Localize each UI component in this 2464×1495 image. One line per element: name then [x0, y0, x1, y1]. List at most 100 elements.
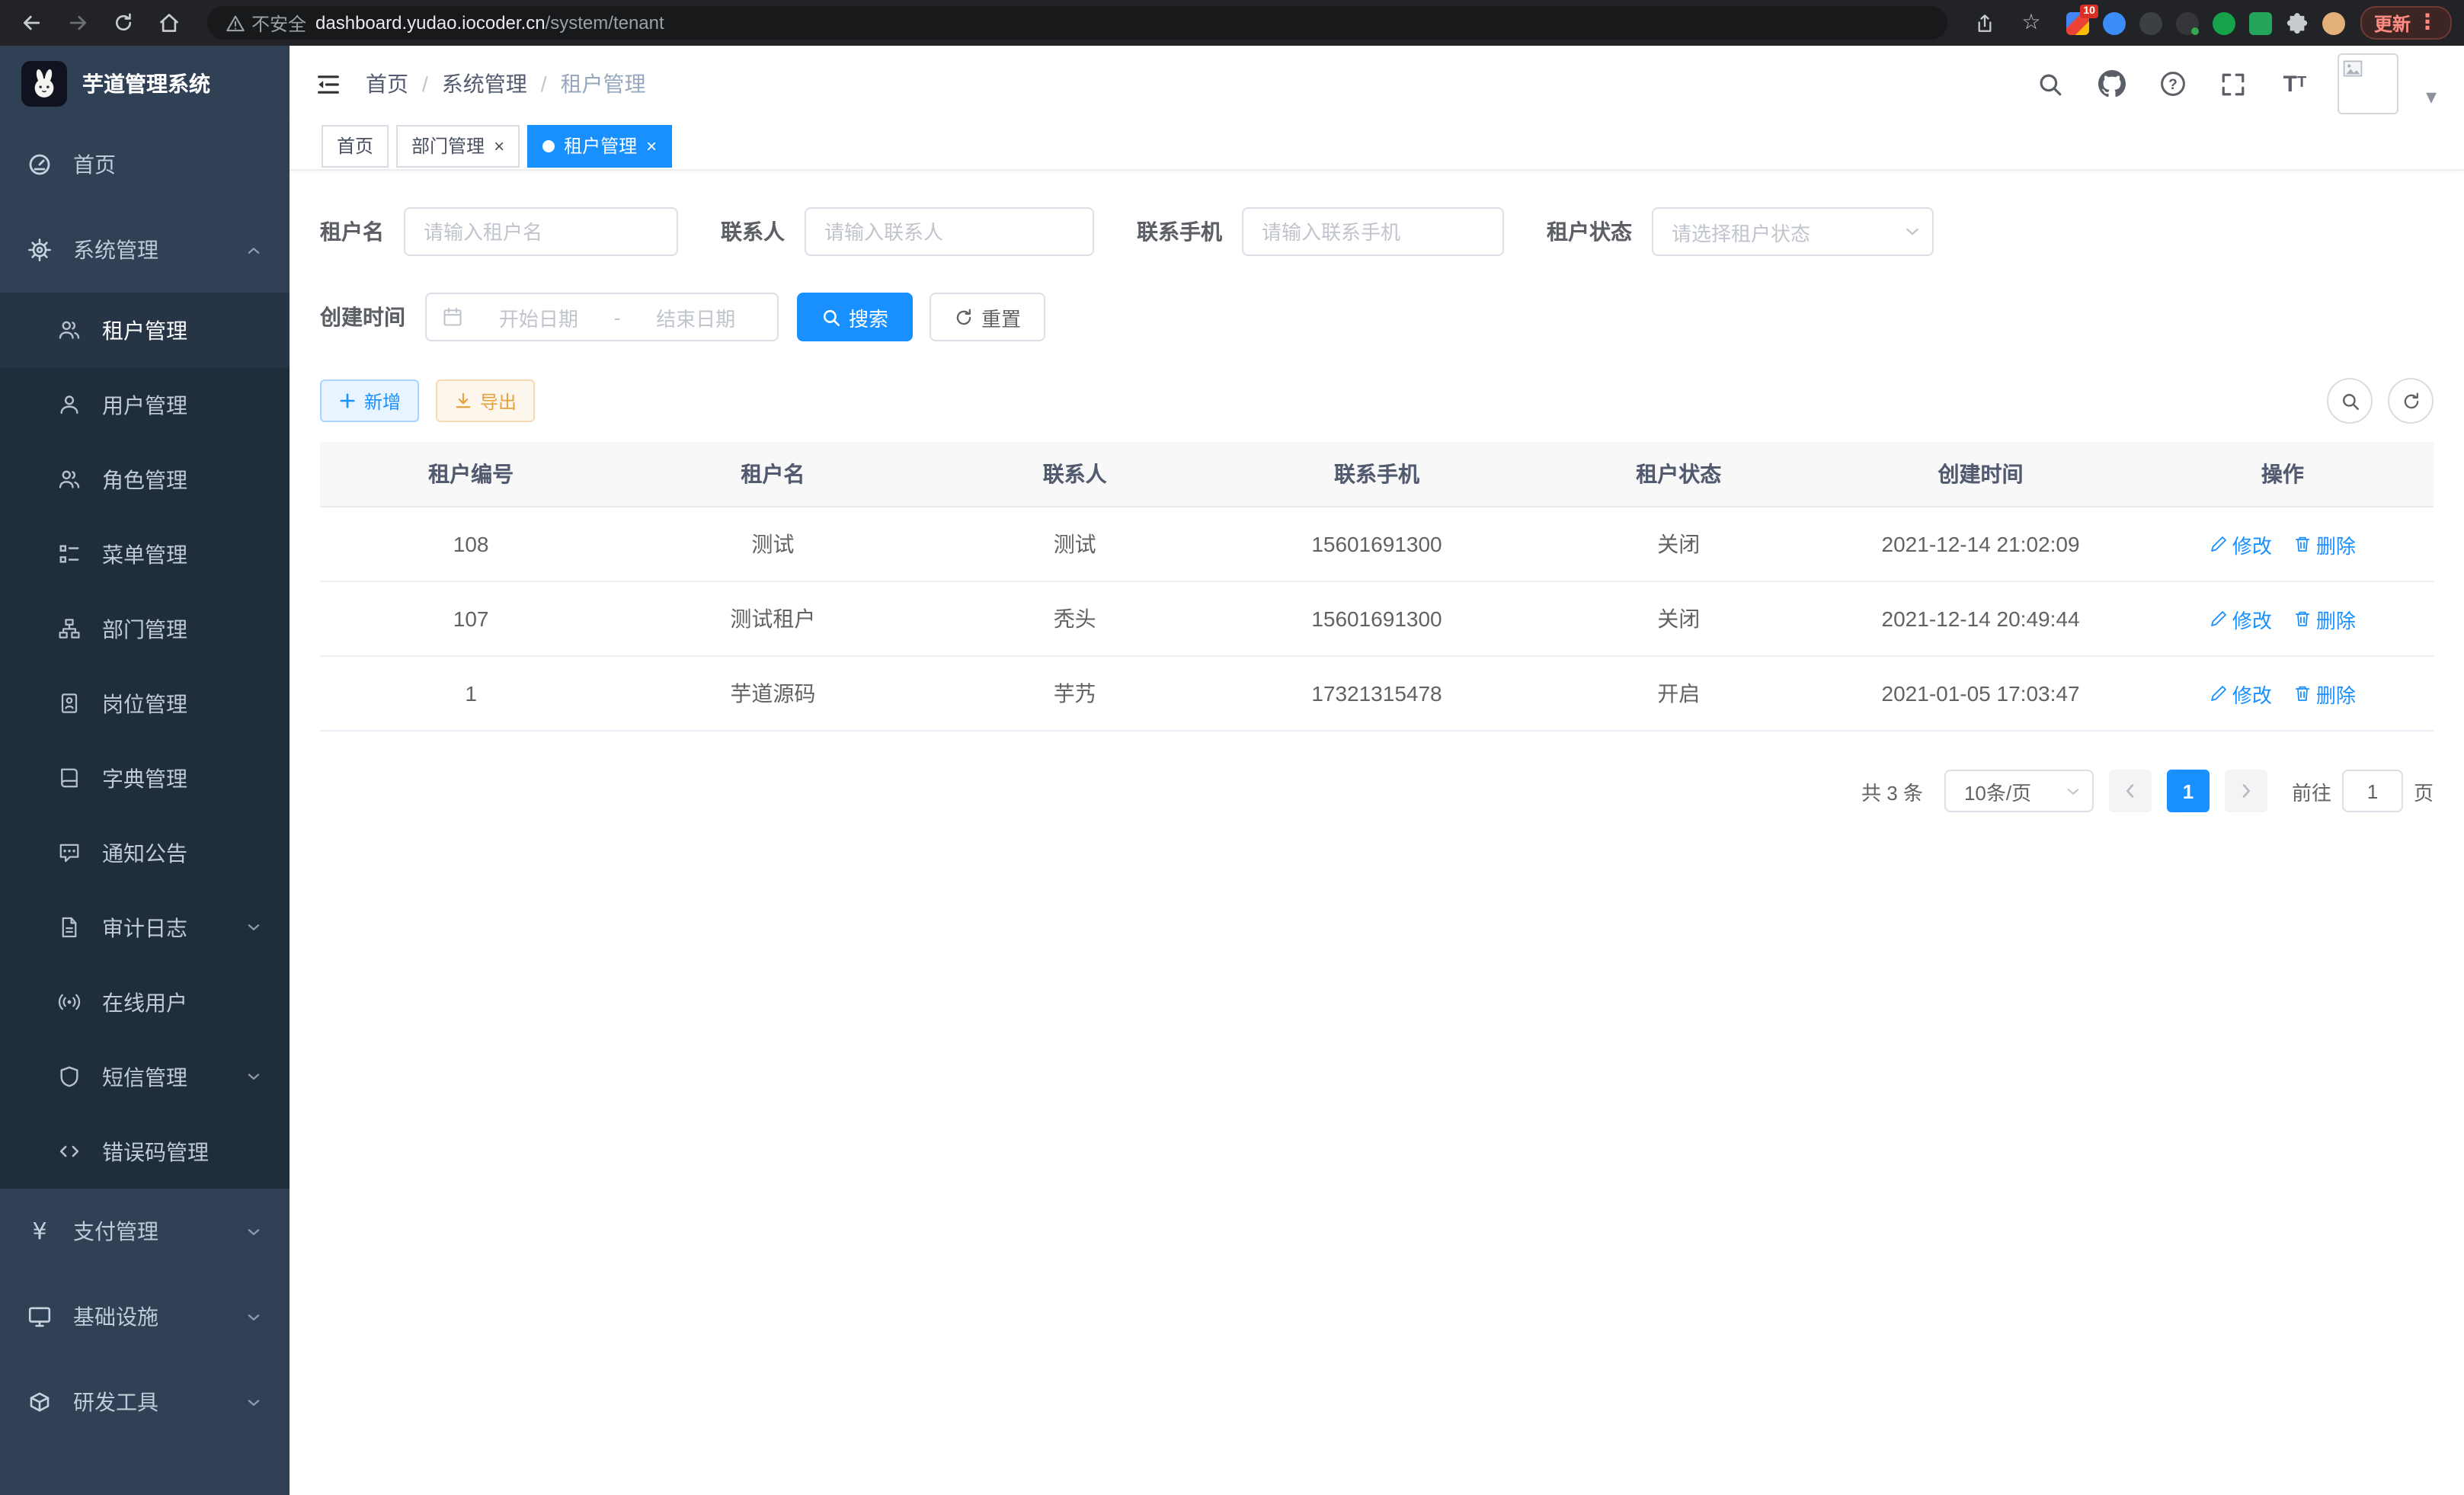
- sidebar-item-devtools[interactable]: 研发工具: [0, 1359, 290, 1445]
- filter-create-time: 创建时间 开始日期 - 结束日期: [320, 293, 779, 341]
- search-icon[interactable]: [2033, 66, 2069, 102]
- browser-forward-button[interactable]: [58, 6, 98, 40]
- github-icon[interactable]: [2094, 66, 2130, 102]
- cell-created: 2021-12-14 21:02:09: [1829, 507, 2131, 581]
- extension-icon-5[interactable]: [2213, 11, 2235, 34]
- filter-row-2: 创建时间 开始日期 - 结束日期 搜索 重置: [320, 293, 2434, 341]
- yen-icon: ¥: [27, 1219, 52, 1244]
- page-size-value: 10条/页: [1964, 776, 2031, 805]
- chevron-down-icon: [1903, 222, 1922, 241]
- close-icon[interactable]: [646, 136, 657, 155]
- cell-tenant-name: 测试租户: [622, 581, 923, 656]
- sidebar-item-notice-management[interactable]: 通知公告: [0, 815, 290, 890]
- sidebar-item-sms-management[interactable]: 短信管理: [0, 1039, 290, 1114]
- edit-link[interactable]: 修改: [2210, 604, 2272, 633]
- sidebar-submenu-system: 租户管理 用户管理 角色管理 菜单管理: [0, 293, 290, 1189]
- reset-button[interactable]: 重置: [930, 293, 1045, 341]
- menu-tree-icon: [58, 543, 81, 565]
- breadcrumb-home[interactable]: 首页: [366, 69, 408, 99]
- chevron-down-icon: [245, 1068, 262, 1085]
- pencil-icon: [2210, 684, 2228, 703]
- export-button[interactable]: 导出: [436, 379, 535, 422]
- sidebar-item-dict-management[interactable]: 字典管理: [0, 741, 290, 815]
- browser-back-button[interactable]: [12, 6, 52, 40]
- cell-tenant-id: 108: [320, 507, 622, 581]
- bookmark-star-icon[interactable]: ☆: [2011, 6, 2051, 40]
- share-icon[interactable]: [1966, 6, 2005, 40]
- sidebar-item-post-management[interactable]: 岗位管理: [0, 666, 290, 741]
- toggle-search-button[interactable]: [2327, 378, 2373, 424]
- calendar-icon: [442, 306, 463, 328]
- table-toolbar: 新增 导出: [320, 378, 2434, 424]
- sidebar-item-menu-management[interactable]: 菜单管理: [0, 517, 290, 591]
- extension-icon-2[interactable]: [2103, 11, 2126, 34]
- filter-phone: 联系手机: [1137, 207, 1504, 256]
- column-created: 创建时间: [1829, 442, 2131, 507]
- chevron-down-icon: [245, 1394, 262, 1410]
- phone-input[interactable]: [1242, 207, 1504, 256]
- sidebar-item-tenant-management[interactable]: 租户管理: [0, 293, 290, 367]
- date-range-picker[interactable]: 开始日期 - 结束日期: [425, 293, 779, 341]
- add-button[interactable]: 新增: [320, 379, 419, 422]
- sidebar-collapse-button[interactable]: [290, 46, 366, 122]
- font-size-icon[interactable]: TT: [2277, 66, 2313, 102]
- plus-icon: [338, 392, 357, 410]
- sidebar-item-user-management[interactable]: 用户管理: [0, 367, 290, 442]
- edit-link[interactable]: 修改: [2210, 530, 2272, 559]
- sidebar-item-label: 用户管理: [102, 389, 187, 420]
- avatar-dropdown-caret-icon[interactable]: ▾: [2426, 87, 2437, 114]
- fullscreen-icon[interactable]: [2216, 66, 2252, 102]
- tab-department-management[interactable]: 部门管理: [396, 124, 520, 167]
- sidebar-item-department-management[interactable]: 部门管理: [0, 591, 290, 666]
- refresh-table-button[interactable]: [2388, 378, 2434, 424]
- extension-icon-1[interactable]: 10: [2066, 11, 2089, 34]
- sidebar-item-online-users[interactable]: 在线用户: [0, 965, 290, 1039]
- tab-home[interactable]: 首页: [322, 124, 389, 167]
- date-end-placeholder: 结束日期: [629, 303, 762, 331]
- sidebar-item-audit-log[interactable]: 审计日志: [0, 890, 290, 965]
- breadcrumb-system[interactable]: 系统管理: [442, 69, 527, 99]
- browser-reload-button[interactable]: [104, 6, 143, 40]
- sidebar-item-label: 部门管理: [102, 613, 187, 644]
- close-icon[interactable]: [494, 136, 504, 155]
- sidebar-item-error-code-management[interactable]: 错误码管理: [0, 1114, 290, 1189]
- address-bar[interactable]: 不安全 dashboard.yudao.iocoder.cn/system/te…: [207, 6, 1947, 40]
- help-icon[interactable]: ?: [2155, 66, 2191, 102]
- cell-tenant-id: 107: [320, 581, 622, 656]
- filter-tenant-name: 租户名: [320, 207, 678, 256]
- security-warning[interactable]: 不安全: [226, 10, 306, 36]
- search-button[interactable]: 搜索: [797, 293, 913, 341]
- tenant-name-input[interactable]: [404, 207, 678, 256]
- sidebar-item-infrastructure[interactable]: 基础设施: [0, 1274, 290, 1359]
- browser-home-button[interactable]: [149, 6, 189, 40]
- edit-link[interactable]: 修改: [2210, 679, 2272, 708]
- extension-icon-4[interactable]: [2176, 11, 2199, 34]
- sidebar-item-home[interactable]: 首页: [0, 122, 290, 207]
- contact-input[interactable]: [805, 207, 1094, 256]
- browser-update-button[interactable]: 更新 ⋮: [2360, 6, 2452, 40]
- user-avatar[interactable]: [2338, 53, 2398, 114]
- search-icon: [2340, 391, 2360, 411]
- extension-icon-6[interactable]: [2249, 11, 2272, 34]
- status-select[interactable]: 请选择租户状态: [1652, 207, 1934, 256]
- page-number-current[interactable]: 1: [2167, 770, 2210, 812]
- screen: 不安全 dashboard.yudao.iocoder.cn/system/te…: [0, 0, 2464, 1495]
- delete-link[interactable]: 删除: [2293, 679, 2356, 708]
- extension-icon-3[interactable]: [2139, 11, 2162, 34]
- extensions-puzzle-icon[interactable]: [2286, 11, 2309, 34]
- sidebar-item-role-management[interactable]: 角色管理: [0, 442, 290, 517]
- search-icon: [821, 307, 841, 327]
- next-page-button[interactable]: [2225, 770, 2267, 812]
- tab-tenant-management[interactable]: 租户管理: [527, 124, 672, 167]
- delete-link[interactable]: 删除: [2293, 604, 2356, 633]
- pagination: 共 3 条 10条/页 1 前往 页: [320, 770, 2434, 812]
- page-size-select[interactable]: 10条/页: [1944, 770, 2094, 812]
- sidebar-item-payment[interactable]: ¥ 支付管理: [0, 1189, 290, 1274]
- sidebar-item-system[interactable]: 系统管理: [0, 207, 290, 293]
- goto-page-input[interactable]: [2342, 770, 2403, 812]
- prev-page-button[interactable]: [2109, 770, 2152, 812]
- delete-link[interactable]: 删除: [2293, 530, 2356, 559]
- filter-row-1: 租户名 联系人 联系手机 租户状态 请选择租户状态: [320, 207, 2434, 256]
- app-logo[interactable]: 芋道管理系统: [0, 46, 290, 122]
- browser-profile-avatar[interactable]: [2322, 11, 2345, 34]
